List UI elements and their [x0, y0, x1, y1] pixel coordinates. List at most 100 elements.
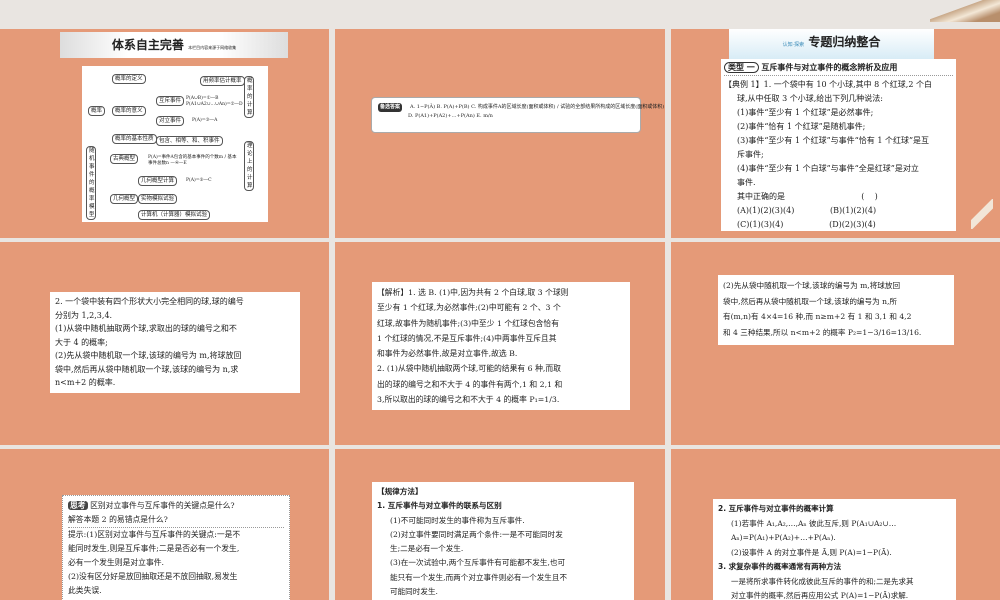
- diagram-node: 概率的基本性质: [112, 134, 157, 144]
- text-line: 球,从中任取 3 个小球,给出下列几种说法:: [737, 94, 883, 103]
- text-line: (2)对立事件要同时满足两个条件:一是不可能同时发: [390, 529, 563, 539]
- text-line: 分别为 1,2,3,4.: [55, 310, 113, 320]
- section-banner: 认知·探索 专题归纳整合: [729, 29, 934, 59]
- diagram-node: 几何概型: [110, 194, 139, 204]
- text-line: 出的球的编号之和不大于 4 的事件有两个,1 和 2,1 和: [377, 379, 563, 389]
- diagram-node: 互斥事件: [156, 96, 185, 106]
- answer-options-box: 备选答案 A. 1−P(Ā) B. P(A)+P(B) C. 构成事件A的区域长…: [371, 97, 665, 133]
- text-line: (2)先从袋中随机取一个球,该球的编号为 m,将球放回: [723, 281, 901, 290]
- text-line: (4)事件“至少有 1 个白球”与事件“全是红球”是对立: [737, 164, 919, 173]
- banner-title: 体系自主完善: [111, 38, 184, 52]
- text-line: 至少有 1 个红球,为必然事件;(2)中可能有 2 个、3 个: [377, 303, 561, 313]
- answer-label: 备选答案: [378, 103, 403, 112]
- text-line: 能同时发生,则是互斥事件;二是是否必有一个发生,: [68, 544, 240, 553]
- text-line: 袋中,然后再从袋中随机取一个球,该球的编号为 n,所: [723, 296, 898, 306]
- text-line: 斥事件;: [737, 150, 764, 159]
- slide-6-thumbnail[interactable]: (2)先从袋中随机取一个球,该球的编号为 m,将球放回 袋中,然后再从袋中随机取…: [671, 242, 1000, 445]
- diagram-node: 随机事件的概率模型: [86, 146, 96, 220]
- text-line: (1)从袋中随机抽取两个球,求取出的球的编号之和不: [55, 324, 237, 333]
- diagram-node: 计算机（计算器）模拟试验: [138, 210, 211, 220]
- text-line: (1)事件“至少有 1 个红球”是必然事件;: [737, 108, 874, 117]
- think-box: 思考 区别对立事件与互斥事件的关键点是什么? 解答本题 2 的易错点是什么? 提…: [62, 495, 290, 600]
- diagram-node: 几何概型计算: [138, 176, 178, 186]
- text-line: 生;二是必有一个发生.: [390, 544, 464, 554]
- text-line: 必有一个发生则是对立事件.: [68, 558, 165, 567]
- pencil-icon: [971, 199, 993, 229]
- diagram-node: 理论上的计算: [244, 141, 254, 191]
- problem-box: 2. 一个袋中装有四个形状大小完全相同的球,球的编号 分别为 1,2,3,4. …: [50, 292, 300, 393]
- text-line: 2. 互斥事件与对立事件的概率计算: [718, 504, 834, 513]
- text-line: 【解析】1. 选 B. (1)中,因为共有 2 个白球,取 3 个球则: [377, 288, 569, 297]
- book-decoration: [930, 0, 1000, 22]
- text-line: (3)事件“至少有 1 个红球”与事件“恰有 1 个红球”是互: [737, 136, 930, 145]
- text-line: (A)(1)(2)(3)(4) (B)(1)(2)(4): [737, 206, 877, 215]
- type-tag: 类型 一: [724, 62, 759, 73]
- text-line: 此类失误.: [68, 586, 102, 595]
- text-line: 【规律方法】: [377, 487, 423, 496]
- method-box: 2. 互斥事件与对立事件的概率计算 (1)若事件 A₁,A₂,…,Aₙ 彼此互斥…: [713, 499, 956, 600]
- diagram-node: 概率的定义: [112, 74, 146, 84]
- diagram-node: 包含、相等、和、积事件: [156, 136, 223, 146]
- text-line: (2)没有区分好是放回抽取还是不放回抽取,易发生: [68, 572, 238, 581]
- text-line: 1 个红球的情况,不是互斥事件;(4)中两事件互斥且其: [377, 333, 557, 343]
- example-box: 类型 一 互斥事件与对立事件的概念辨析及应用 【典例 1】1. 一个袋中有 10…: [721, 59, 956, 231]
- slide-9-thumbnail[interactable]: 2. 互斥事件与对立事件的概率计算 (1)若事件 A₁,A₂,…,Aₙ 彼此互斥…: [671, 449, 1000, 600]
- text-line: 和事件为必然事件,故是对立事件,故选 B.: [377, 349, 518, 359]
- method-box: 【规律方法】 1. 互斥事件与对立事件的联系与区别 (1)不可能同时发生的事件称…: [372, 482, 634, 600]
- text-line: (1)若事件 A₁,A₂,…,Aₙ 彼此互斥,则 P(A₁∪A₂∪…: [731, 518, 897, 528]
- text-line: 2. (1)从袋中随机抽取两个球,可能的结果有 6 种,而取: [377, 364, 561, 374]
- text-line: (2)先从袋中随机取一个球,该球的编号为 m,将球放回: [55, 351, 242, 360]
- diagram-node: 古典概型: [110, 154, 139, 164]
- diagram-node: 对立事件: [156, 116, 185, 126]
- slide-4-thumbnail[interactable]: 2. 一个袋中装有四个形状大小完全相同的球,球的编号 分别为 1,2,3,4. …: [0, 242, 329, 445]
- slide-1-thumbnail[interactable]: 体系自主完善 本栏目内容来源于网络收集 概率 概率的定义 概率的意义 概率的基本…: [0, 29, 329, 238]
- formula: P(A1∪A2∪…∪An)=②—D: [186, 102, 243, 107]
- text-line: 红球,故事件为随机事件;(3)中至少 1 个红球包含恰有: [377, 318, 560, 328]
- type-title: 互斥事件与对立事件的概念辨析及应用: [761, 63, 898, 72]
- type-header: 类型 一 互斥事件与对立事件的概念辨析及应用: [724, 61, 953, 76]
- slide-5-thumbnail[interactable]: 【解析】1. 选 B. (1)中,因为共有 2 个白球,取 3 个球则 至少有 …: [335, 242, 665, 445]
- banner-subtitle: 本栏目内容来源于网络收集: [188, 45, 237, 50]
- text-line: 2. 一个袋中装有四个形状大小完全相同的球,球的编号: [55, 297, 244, 306]
- formula: P(A)=③—A: [192, 118, 218, 123]
- banner-small: 认知·探索: [782, 42, 805, 48]
- think-question: 思考 区别对立事件与互斥事件的关键点是什么? 解答本题 2 的易错点是什么?: [68, 499, 284, 528]
- text-line: 事件.: [737, 178, 756, 187]
- text-line: (2)设事件 A 的对立事件是 Ā,则 P(A)=1−P(Ā).: [731, 547, 892, 557]
- section-banner: 体系自主完善 本栏目内容来源于网络收集: [60, 32, 288, 58]
- slide-2-thumbnail[interactable]: 备选答案 A. 1−P(Ā) B. P(A)+P(B) C. 构成事件A的区域长…: [335, 29, 665, 238]
- think-label: 思考: [68, 501, 88, 510]
- knowledge-diagram: 概率 概率的定义 概率的意义 概率的基本性质 互斥事件 对立事件 包含、相等、和…: [82, 66, 268, 222]
- text-line: (3)在一次试验中,两个互斥事件有可能都不发生,也可: [390, 558, 566, 568]
- slide-7-thumbnail[interactable]: 思考 区别对立事件与互斥事件的关键点是什么? 解答本题 2 的易错点是什么? 提…: [0, 449, 329, 600]
- formula: P(A)=⑤—C: [186, 178, 212, 183]
- text-line: 和 4 三种结果,所以 n<m+2 的概率 P₂=1−3/16=13/16.: [723, 327, 922, 337]
- text-line: Aₙ)=P(A₁)+P(A₂)+…+P(Aₙ).: [731, 533, 836, 542]
- text-line: 3,所以取出的球的编号之和不大于 4 的概率 P₁=1/3.: [377, 395, 560, 405]
- text-line: D. P(A1)+P(A2)+…+P(An) E. m/n: [408, 113, 493, 119]
- banner-title: 专题归纳整合: [808, 35, 881, 49]
- formula-group: P(A∪B)=①—B P(A1∪A2∪…∪An)=②—D: [186, 96, 243, 108]
- text-line: 其中正确的是 ( ): [737, 192, 878, 201]
- text-line: 有(m,n)有 4×4=16 种,而 n≥m+2 有 1 和 3,1 和 4,2: [723, 312, 912, 321]
- text-line: 能只有一个发生,而两个对立事件则必有一个发生且不: [390, 572, 568, 582]
- diagram-root: 概率: [88, 106, 106, 116]
- slide-8-thumbnail[interactable]: 【规律方法】 1. 互斥事件与对立事件的联系与区别 (1)不可能同时发生的事件称…: [335, 449, 665, 600]
- diagram-node: 用频率估计概率: [200, 76, 245, 86]
- text-line: 区别对立事件与互斥事件的关键点是什么?: [90, 501, 235, 510]
- diagram-node: 概率的计算: [244, 76, 254, 118]
- text-line: 一是将所求事件转化成彼此互斥的事件的和;二是先求其: [731, 576, 914, 586]
- text-line: 1. 互斥事件与对立事件的联系与区别: [377, 501, 502, 511]
- text-line: (1)不可能同时发生的事件称为互斥事件.: [390, 515, 525, 525]
- text-line: 大于 4 的概率;: [55, 337, 108, 347]
- diagram-node: 实物模拟试验: [138, 194, 178, 204]
- text-line: (2)事件“恰有 1 个红球”是随机事件;: [737, 122, 866, 131]
- text-line: 提示:(1)区别对立事件与互斥事件的关键点:一是不: [68, 530, 241, 539]
- slide-3-thumbnail[interactable]: 认知·探索 专题归纳整合 类型 一 互斥事件与对立事件的概念辨析及应用 【典例 …: [671, 29, 1000, 238]
- solution-box: 【解析】1. 选 B. (1)中,因为共有 2 个白球,取 3 个球则 至少有 …: [372, 282, 630, 410]
- text-line: (C)(1)(3)(4) (D)(2)(3)(4): [737, 220, 876, 229]
- text-line: 袋中,然后再从袋中随机取一个球,该球的编号为 n,求: [55, 364, 239, 374]
- text-line: A. 1−P(Ā) B. P(A)+P(B) C. 构成事件A的区域长度(面积或…: [410, 104, 665, 110]
- formula: P(A)=事件A包含的基本事件的个数m / 基本事件总数n —④—E: [148, 155, 237, 166]
- text-line: 【典例 1】1. 一个袋中有 10 个小球,其中 8 个红球,2 个白: [724, 80, 932, 89]
